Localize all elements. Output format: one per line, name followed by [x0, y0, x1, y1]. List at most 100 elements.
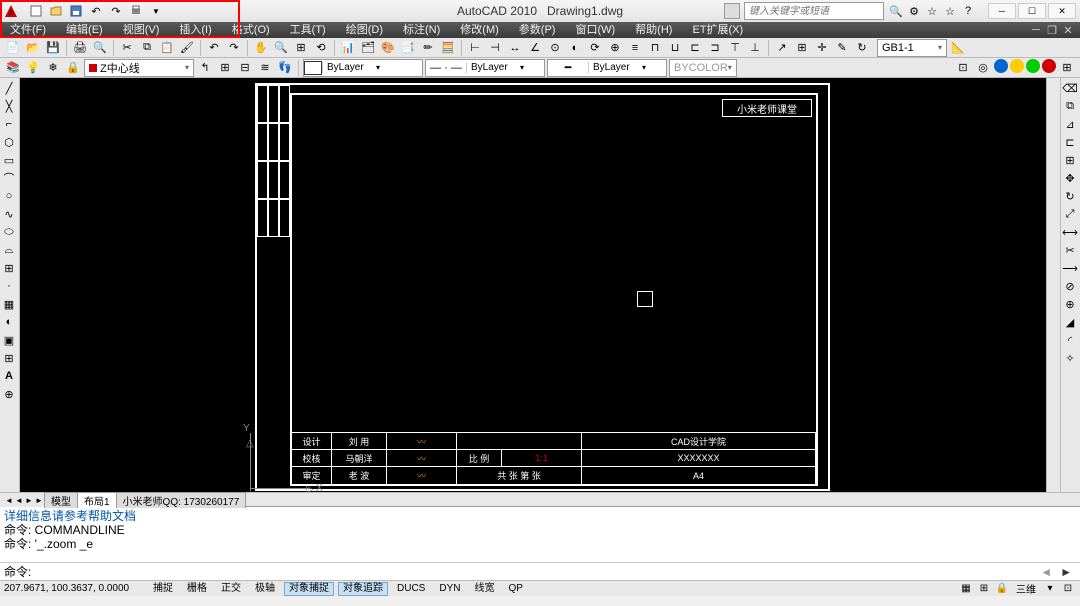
horizontal-scrollbar[interactable] — [245, 493, 1080, 506]
block-tool-icon[interactable]: ⊞ — [1, 260, 17, 276]
status-ortho[interactable]: 正交 — [216, 582, 246, 596]
move-tool-icon[interactable]: ✥ — [1062, 170, 1078, 186]
hatch-tool-icon[interactable]: ▦ — [1, 296, 17, 312]
menu-tools[interactable]: 工具(T) — [280, 22, 336, 38]
tb-undo-icon[interactable]: ↶ — [205, 39, 223, 57]
tb-dim2-icon[interactable]: ⊣ — [486, 39, 504, 57]
tb-markup-icon[interactable]: ✏ — [419, 39, 437, 57]
layer-freeze-icon[interactable]: ❄ — [44, 59, 62, 77]
status-dyn[interactable]: DYN — [434, 582, 465, 596]
tb-open-icon[interactable]: 📂 — [24, 39, 42, 57]
offset-tool-icon[interactable]: ⊏ — [1062, 134, 1078, 150]
region-tool-icon[interactable]: ▣ — [1, 332, 17, 348]
layer-prev-icon[interactable]: ↰ — [196, 59, 214, 77]
tb-dimstyle-icon[interactable]: 📐 — [949, 39, 967, 57]
layer-iso-icon[interactable]: ⊞ — [216, 59, 234, 77]
tab-first-icon[interactable]: ◄ — [4, 495, 14, 505]
coords-display[interactable]: 207.9671, 100.3637, 0.0000 — [4, 583, 144, 594]
tab-model[interactable]: 模型 — [44, 492, 78, 508]
explode-tool-icon[interactable]: ✧ — [1062, 350, 1078, 366]
tb-dim14-icon[interactable]: ⊤ — [726, 39, 744, 57]
status-clean-icon[interactable]: ⊡ — [1060, 581, 1076, 597]
tb-save-icon[interactable]: 💾 — [44, 39, 62, 57]
tb-cut-icon[interactable]: ✂ — [118, 39, 136, 57]
rect-tool-icon[interactable]: ▭ — [1, 152, 17, 168]
maximize-button[interactable]: ☐ — [1018, 3, 1046, 19]
blue-dot-icon[interactable] — [994, 59, 1008, 73]
layer-manager-icon[interactable]: 📚 — [4, 59, 22, 77]
menu-view[interactable]: 视图(V) — [113, 22, 170, 38]
layer-uniso-icon[interactable]: ⊟ — [236, 59, 254, 77]
qat-save-icon[interactable] — [68, 3, 84, 19]
qat-open-icon[interactable] — [48, 3, 64, 19]
tab-next-icon[interactable]: ► — [24, 495, 34, 505]
tb-dim1-icon[interactable]: ⊢ — [466, 39, 484, 57]
ellipse-tool-icon[interactable]: ⬭ — [1, 224, 17, 240]
tb-dim4-icon[interactable]: ∠ — [526, 39, 544, 57]
status-model-icon[interactable]: ▦ — [958, 581, 974, 597]
arc-tool-icon[interactable]: ⌒ — [1, 170, 17, 186]
qat-print-icon[interactable] — [128, 3, 144, 19]
infocenter-icon[interactable] — [724, 3, 740, 19]
menu-parametric[interactable]: 参数(P) — [509, 22, 566, 38]
tb-redo-icon[interactable]: ↷ — [225, 39, 243, 57]
tb-dim7-icon[interactable]: ⟳ — [586, 39, 604, 57]
tb-print-icon[interactable]: 🖨 — [71, 39, 89, 57]
point-tool-icon[interactable]: · — [1, 278, 17, 294]
tb-zoomprev-icon[interactable]: ⟲ — [312, 39, 330, 57]
line-tool-icon[interactable]: ╱ — [1, 80, 17, 96]
table-tool-icon[interactable]: ⊞ — [1, 350, 17, 366]
tb-new-icon[interactable]: 📄 — [4, 39, 22, 57]
chamfer-tool-icon[interactable]: ◢ — [1062, 314, 1078, 330]
tb-dim5-icon[interactable]: ⊙ — [546, 39, 564, 57]
tb-leader-icon[interactable]: ↗ — [773, 39, 791, 57]
plotstyle-dropdown[interactable]: BYCOLOR — [669, 59, 737, 77]
exchange-icon[interactable]: ☆ — [924, 3, 940, 19]
tb-toolpal-icon[interactable]: 🎨 — [379, 39, 397, 57]
minimize-button[interactable]: ─ — [988, 3, 1016, 19]
search-input[interactable] — [744, 2, 884, 20]
doc-minimize-icon[interactable]: ─ — [1028, 22, 1044, 38]
trim-tool-icon[interactable]: ✂ — [1062, 242, 1078, 258]
qat-new-icon[interactable] — [28, 3, 44, 19]
tb-match-icon[interactable]: 🖌 — [178, 39, 196, 57]
command-history[interactable]: 详细信息请参考帮助文档 命令: COMMANDLINE 命令: '_.zoom … — [0, 506, 1080, 562]
vis2-icon[interactable]: ◎ — [974, 59, 992, 77]
yellow-dot-icon[interactable] — [1010, 59, 1024, 73]
tb-tol-icon[interactable]: ⊞ — [793, 39, 811, 57]
subscription-icon[interactable]: ⚙ — [906, 3, 922, 19]
command-prompt[interactable]: 命令: ◄ ► — [0, 562, 1080, 580]
status-grid[interactable]: 栅格 — [182, 582, 212, 596]
gradient-tool-icon[interactable]: ◐ — [1, 314, 17, 330]
tb-dim9-icon[interactable]: ≡ — [626, 39, 644, 57]
status-lock-icon[interactable]: 🔒 — [994, 581, 1010, 597]
extend-tool-icon[interactable]: ⟶ — [1062, 260, 1078, 276]
status-otrack[interactable]: 对象追踪 — [338, 582, 388, 596]
red-dot-icon[interactable] — [1042, 59, 1056, 73]
join-tool-icon[interactable]: ⊕ — [1062, 296, 1078, 312]
tb-zoom-icon[interactable]: 🔍 — [272, 39, 290, 57]
layer-lock-icon[interactable]: 🔒 — [64, 59, 82, 77]
help-icon[interactable]: ? — [960, 3, 976, 19]
tab-custom[interactable]: 小米老师QQ: 1730260177 — [116, 492, 247, 508]
cmd-scroll-left-icon[interactable]: ◄ — [1036, 565, 1056, 579]
tb-zoomwin-icon[interactable]: ⊞ — [292, 39, 310, 57]
status-polar[interactable]: 极轴 — [250, 582, 280, 596]
tb-dim8-icon[interactable]: ⊕ — [606, 39, 624, 57]
green-dot-icon[interactable] — [1026, 59, 1040, 73]
tb-dim12-icon[interactable]: ⊏ — [686, 39, 704, 57]
xline-tool-icon[interactable]: ╳ — [1, 98, 17, 114]
tab-prev-icon[interactable]: ◄ — [14, 495, 24, 505]
app-icon[interactable] — [0, 0, 22, 22]
favorites-icon[interactable]: ☆ — [942, 3, 958, 19]
menu-modify[interactable]: 修改(M) — [450, 22, 509, 38]
color-dropdown[interactable]: ByLayer — [303, 59, 423, 77]
cmd-scroll-right-icon[interactable]: ► — [1056, 565, 1076, 579]
tb-copy-icon[interactable]: ⧉ — [138, 39, 156, 57]
status-ducs[interactable]: DUCS — [392, 582, 430, 596]
tb-ssm-icon[interactable]: 📑 — [399, 39, 417, 57]
mirror-tool-icon[interactable]: ⊿ — [1062, 116, 1078, 132]
menu-dimension[interactable]: 标注(N) — [393, 22, 450, 38]
status-ann-icon[interactable]: ▾ — [1042, 581, 1058, 597]
menu-insert[interactable]: 插入(I) — [169, 22, 221, 38]
